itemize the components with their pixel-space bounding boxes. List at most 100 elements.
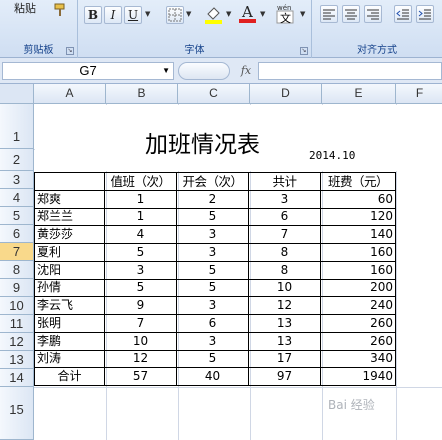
table-cell[interactable]: 5 xyxy=(176,349,249,369)
name-box-dropdown-icon[interactable]: ▼ xyxy=(162,63,170,79)
table-cell[interactable]: 8 xyxy=(248,243,321,262)
table-cell[interactable]: 张明 xyxy=(34,314,105,333)
row-header-3[interactable]: 3 xyxy=(0,171,34,189)
align-left-icon[interactable] xyxy=(320,5,338,23)
table-cell[interactable]: 12 xyxy=(104,349,177,369)
row-header-10[interactable]: 10 xyxy=(0,297,34,315)
table-cell[interactable]: 沈阳 xyxy=(34,260,105,280)
table-cell[interactable]: 40 xyxy=(176,367,249,386)
decrease-indent-icon[interactable] xyxy=(394,5,412,23)
phonetic-dropdown-icon[interactable]: ▼ xyxy=(300,10,305,18)
table-cell[interactable]: 240 xyxy=(320,296,396,315)
align-center-icon[interactable] xyxy=(342,5,360,23)
column-header-c[interactable]: C xyxy=(178,84,250,104)
table-cell[interactable]: 孙倩 xyxy=(34,278,105,298)
column-header-e[interactable]: E xyxy=(322,84,396,104)
select-all-button[interactable] xyxy=(0,84,34,104)
row-header-1[interactable]: 1 xyxy=(0,104,34,149)
table-cell[interactable]: 开会（次） xyxy=(176,172,249,191)
bold-button[interactable]: B xyxy=(84,6,102,24)
row-header-12[interactable]: 12 xyxy=(0,333,34,351)
table-cell[interactable]: 10 xyxy=(104,331,177,351)
table-cell[interactable]: 夏利 xyxy=(34,243,105,262)
font-color-icon[interactable]: A xyxy=(238,3,258,25)
table-cell[interactable]: 9 xyxy=(104,296,177,315)
table-cell[interactable]: 5 xyxy=(104,278,177,298)
sheet-title[interactable]: 加班情况表 xyxy=(145,125,260,159)
insert-function-icon[interactable]: fx xyxy=(236,62,256,80)
table-cell[interactable]: 3 xyxy=(176,243,249,262)
table-cell[interactable]: 1 xyxy=(104,207,177,227)
table-cell[interactable]: 1940 xyxy=(320,367,396,386)
border-button[interactable] xyxy=(166,6,184,24)
table-cell[interactable]: 60 xyxy=(320,189,396,209)
table-cell[interactable]: 黄莎莎 xyxy=(34,225,105,244)
table-cell[interactable]: 3 xyxy=(176,225,249,244)
row-header-14[interactable]: 14 xyxy=(0,369,34,387)
table-cell[interactable]: 6 xyxy=(176,314,249,333)
font-color-dropdown-icon[interactable]: ▼ xyxy=(260,10,265,18)
table-cell[interactable]: 17 xyxy=(248,349,321,369)
row-header-4[interactable]: 4 xyxy=(0,189,34,207)
table-cell[interactable]: 120 xyxy=(320,207,396,227)
formula-input[interactable] xyxy=(258,62,442,80)
table-cell[interactable] xyxy=(34,172,105,191)
table-cell[interactable]: 共计 xyxy=(248,172,321,191)
underline-button[interactable]: U xyxy=(124,6,142,24)
table-cell[interactable]: 8 xyxy=(248,260,321,280)
fill-color-icon[interactable] xyxy=(204,5,224,25)
row-header-2[interactable]: 2 xyxy=(0,149,34,171)
table-cell[interactable]: 班费（元） xyxy=(320,172,396,191)
table-cell[interactable]: 5 xyxy=(176,278,249,298)
column-header-d[interactable]: D xyxy=(250,84,322,104)
column-header-f[interactable]: F xyxy=(396,84,442,104)
table-cell[interactable]: 4 xyxy=(104,225,177,244)
table-cell[interactable]: 7 xyxy=(248,225,321,244)
table-cell[interactable]: 3 xyxy=(176,296,249,315)
table-cell[interactable]: 刘涛 xyxy=(34,349,105,369)
table-cell[interactable]: 200 xyxy=(320,278,396,298)
table-cell[interactable]: 5 xyxy=(104,243,177,262)
formula-bar-splitter[interactable] xyxy=(178,62,230,80)
table-cell[interactable]: 340 xyxy=(320,349,396,369)
clipboard-launcher-icon[interactable]: ↘ xyxy=(66,47,74,55)
table-cell[interactable]: 3 xyxy=(176,331,249,351)
table-cell[interactable]: 97 xyxy=(248,367,321,386)
sheet-date[interactable]: 2014.10 xyxy=(309,149,355,162)
table-cell[interactable]: 160 xyxy=(320,243,396,262)
worksheet[interactable]: A B C D E F 1 2 3 4 5 6 7 8 9 10 11 12 1… xyxy=(0,84,442,440)
name-box[interactable]: G7 ▼ xyxy=(2,62,174,80)
table-cell[interactable]: 1 xyxy=(104,189,177,209)
column-header-a[interactable]: A xyxy=(34,84,106,104)
table-cell[interactable]: 160 xyxy=(320,260,396,280)
row-header-9[interactable]: 9 xyxy=(0,279,34,297)
row-header-11[interactable]: 11 xyxy=(0,315,34,333)
table-cell[interactable]: 57 xyxy=(104,367,177,386)
fill-color-dropdown-icon[interactable]: ▼ xyxy=(226,10,231,18)
table-cell[interactable]: 260 xyxy=(320,331,396,351)
italic-button[interactable]: I xyxy=(104,6,122,24)
row-header-13[interactable]: 13 xyxy=(0,351,34,369)
column-header-b[interactable]: B xyxy=(106,84,178,104)
table-cell[interactable]: 郑兰兰 xyxy=(34,207,105,227)
row-header-7[interactable]: 7 xyxy=(0,243,34,261)
underline-dropdown-icon[interactable]: ▼ xyxy=(145,10,150,18)
table-cell[interactable]: 3 xyxy=(248,189,321,209)
table-cell[interactable]: 13 xyxy=(248,314,321,333)
table-cell[interactable]: 140 xyxy=(320,225,396,244)
increase-indent-icon[interactable] xyxy=(416,5,434,23)
table-cell[interactable]: 5 xyxy=(176,207,249,227)
row-header-6[interactable]: 6 xyxy=(0,225,34,243)
align-right-icon[interactable] xyxy=(364,5,382,23)
paste-button[interactable]: 粘贴 xyxy=(14,0,36,16)
table-cell[interactable]: 李鹏 xyxy=(34,331,105,351)
phonetic-button[interactable]: wén 文 xyxy=(274,2,298,25)
table-cell[interactable]: 值班（次） xyxy=(104,172,177,191)
table-cell[interactable]: 260 xyxy=(320,314,396,333)
table-cell[interactable]: 合计 xyxy=(34,367,105,386)
row-header-5[interactable]: 5 xyxy=(0,207,34,225)
table-cell[interactable]: 13 xyxy=(248,331,321,351)
table-cell[interactable]: 李云飞 xyxy=(34,296,105,315)
border-dropdown-icon[interactable]: ▼ xyxy=(186,10,191,18)
row-header-15[interactable]: 15 xyxy=(0,387,34,440)
